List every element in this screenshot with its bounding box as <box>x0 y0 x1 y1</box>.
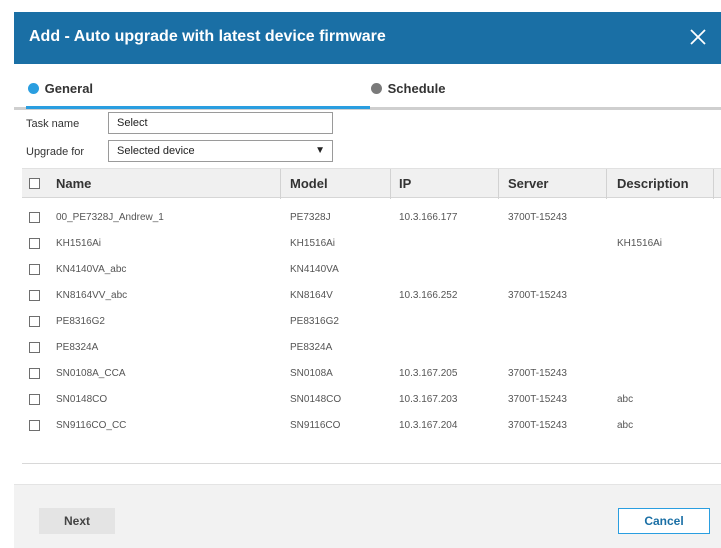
tab-schedule[interactable]: Schedule <box>371 81 445 101</box>
row-checkbox[interactable] <box>29 342 40 353</box>
upgrade-for-select[interactable]: Selected device ▼ <box>108 140 333 162</box>
column-divider <box>280 169 281 199</box>
row-checkbox[interactable] <box>29 212 40 223</box>
step-dot-icon <box>371 83 382 94</box>
column-header-ip[interactable]: IP <box>399 176 411 191</box>
table-row[interactable]: 00_PE7328J_Andrew_1 PE7328J 10.3.166.177 37… <box>22 205 721 231</box>
wizard-tabs: General Schedule <box>14 64 721 110</box>
cell-name: 00_PE7328J_Andrew_1 <box>56 212 164 223</box>
table-row[interactable]: SN0108A_CCA SN0108A 10.3.167.205 3700T-1524… <box>22 361 721 387</box>
active-tab-indicator <box>26 106 370 109</box>
row-checkbox[interactable] <box>29 316 40 327</box>
chevron-down-icon: ▼ <box>315 145 325 156</box>
cell-server: 3700T-15243 <box>508 212 567 223</box>
cell-ip: 10.3.167.203 <box>399 394 458 405</box>
step-dot-icon <box>28 83 39 94</box>
cell-ip: 10.3.166.252 <box>399 290 458 301</box>
tab-general[interactable]: General <box>28 81 93 101</box>
row-checkbox[interactable] <box>29 420 40 431</box>
cell-name: KH1516Ai <box>56 238 102 249</box>
column-header-model[interactable]: Model <box>290 176 328 191</box>
row-checkbox[interactable] <box>29 368 40 379</box>
cell-name: SN0148CO <box>56 394 108 405</box>
table-row[interactable]: PE8324A PE8324A <box>22 335 721 361</box>
tab-schedule-label: Schedule <box>387 81 446 96</box>
dialog-footer <box>14 484 721 548</box>
upgrade-for-value: Selected device <box>117 145 195 157</box>
close-icon[interactable] <box>685 24 711 50</box>
cell-ip: 10.3.167.204 <box>399 420 458 431</box>
column-divider <box>713 169 714 199</box>
task-name-value: Select <box>117 117 148 129</box>
table-row[interactable]: PE8316G2 PE8316G2 <box>22 309 721 335</box>
upgrade-for-label: Upgrade for <box>26 146 85 158</box>
cell-model: PE8316G2 <box>290 316 339 327</box>
auto-upgrade-dialog: Add - Auto upgrade with latest device fi… <box>14 12 721 548</box>
cell-name: SN9116CO_CC <box>56 420 127 431</box>
cell-server: 3700T-15243 <box>508 290 567 301</box>
cell-description: abc <box>617 394 634 405</box>
cell-model: KN8164V <box>290 290 333 301</box>
row-checkbox[interactable] <box>29 290 40 301</box>
next-button[interactable]: Next <box>39 508 115 534</box>
cell-name: KN4140VA_abc <box>56 264 127 275</box>
table-row[interactable]: KH1516Ai KH1516Ai KH1516Ai <box>22 231 721 257</box>
column-divider <box>606 169 607 199</box>
column-divider <box>498 169 499 199</box>
select-all-checkbox[interactable] <box>29 178 40 189</box>
row-checkbox[interactable] <box>29 264 40 275</box>
cell-server: 3700T-15243 <box>508 420 567 431</box>
column-divider <box>390 169 391 199</box>
cell-model: SN0108A <box>290 368 333 379</box>
cell-model: PE8324A <box>290 342 333 353</box>
cancel-button[interactable]: Cancel <box>618 508 710 534</box>
cell-name: PE8316G2 <box>56 316 105 327</box>
task-name-label: Task name <box>26 118 80 130</box>
column-header-server[interactable]: Server <box>508 176 548 191</box>
table-row[interactable]: SN0148CO SN0148CO 10.3.167.203 3700T-15243 a… <box>22 387 721 413</box>
cell-name: SN0108A_CCA <box>56 368 126 379</box>
device-table: Name Model IP Server Description 00_PE73… <box>22 168 721 464</box>
cell-name: PE8324A <box>56 342 99 353</box>
table-row[interactable]: SN9116CO_CC SN9116CO 10.3.167.204 3700T-152… <box>22 413 721 439</box>
cell-model: PE7328J <box>290 212 331 223</box>
cell-description: KH1516Ai <box>617 238 663 249</box>
cell-description: abc <box>617 420 634 431</box>
table-header: Name Model IP Server Description <box>22 168 721 199</box>
table-row[interactable]: KN8164VV_abc KN8164V 10.3.166.252 3700T-152… <box>22 283 721 309</box>
cell-model: SN9116CO <box>290 420 341 431</box>
column-header-description[interactable]: Description <box>617 176 689 191</box>
tab-general-label: General <box>44 81 94 96</box>
row-checkbox[interactable] <box>29 238 40 249</box>
task-name-input[interactable]: Select <box>108 112 333 134</box>
table-row[interactable]: KN4140VA_abc KN4140VA <box>22 257 721 283</box>
cell-ip: 10.3.167.205 <box>399 368 458 379</box>
cell-server: 3700T-15243 <box>508 368 567 379</box>
dialog-titlebar: Add - Auto upgrade with latest device fi… <box>14 12 721 64</box>
cell-name: KN8164VV_abc <box>56 290 128 301</box>
cell-server: 3700T-15243 <box>508 394 567 405</box>
cell-model: KN4140VA <box>290 264 339 275</box>
cell-model: SN0148CO <box>290 394 342 405</box>
row-checkbox[interactable] <box>29 394 40 405</box>
cell-ip: 10.3.166.177 <box>399 212 458 223</box>
cell-model: KH1516Ai <box>290 238 336 249</box>
column-header-name[interactable]: Name <box>56 176 91 191</box>
dialog-title: Add - Auto upgrade with latest device fi… <box>29 28 386 45</box>
